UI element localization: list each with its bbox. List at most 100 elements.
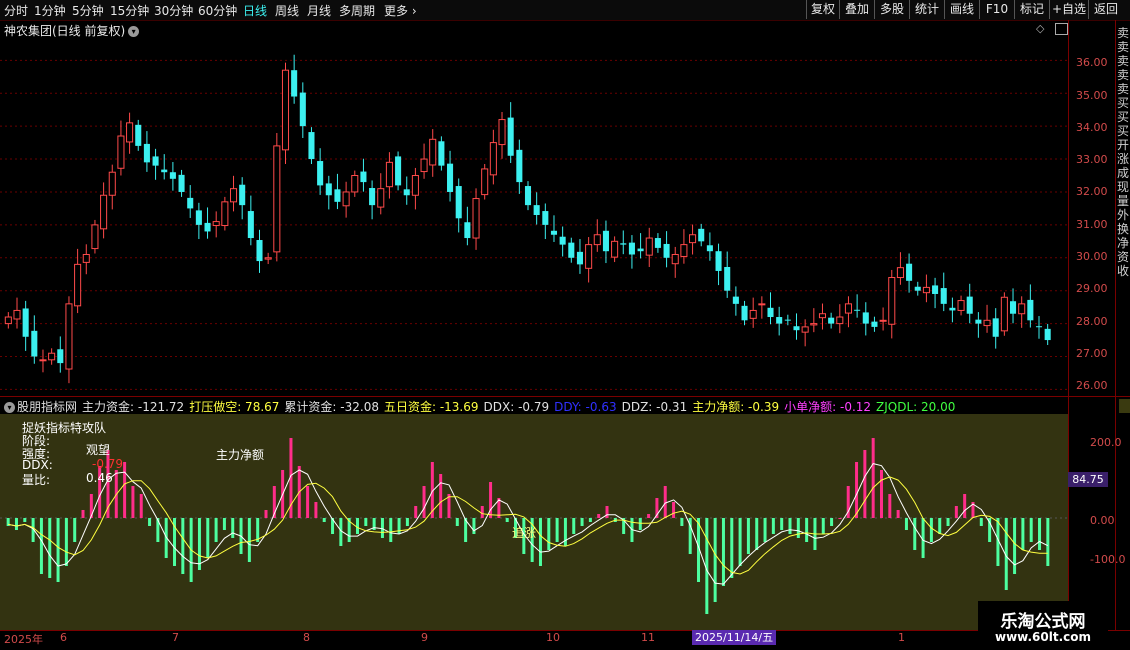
flow-bar <box>1038 518 1042 550</box>
quote-side-char: 卖 <box>1117 26 1130 40</box>
flow-bar <box>946 518 950 526</box>
period-tab-30min[interactable]: 30分钟 <box>154 2 193 19</box>
candle-body-down <box>663 243 670 258</box>
period-tab-multi[interactable]: 多周期 <box>339 2 375 19</box>
chevron-down-icon[interactable]: ▾ <box>4 402 15 413</box>
candle-body-up <box>689 234 697 244</box>
back-button[interactable]: 返回 <box>1088 0 1123 19</box>
indicator-field: DDZ: -0.31 <box>621 400 688 414</box>
flow-bar <box>206 518 210 558</box>
indicator-field: DDX: -0.79 <box>483 400 550 414</box>
period-tab-15min[interactable]: 15分钟 <box>110 2 149 19</box>
f10-button[interactable]: F10 <box>979 0 1014 19</box>
indicator-field: DDY: -0.63 <box>554 400 617 414</box>
mark-button[interactable]: 标记 <box>1014 0 1049 19</box>
statistics-button[interactable]: 统计 <box>909 0 944 19</box>
candlestick-chart[interactable] <box>0 34 1068 396</box>
flow-bar <box>738 518 742 566</box>
multi-stock-button[interactable]: 多股 <box>874 0 909 19</box>
flow-bar <box>863 450 867 518</box>
period-tab-weekly[interactable]: 周线 <box>275 2 299 19</box>
flow-bar <box>771 518 775 534</box>
add-favorite-button[interactable]: +自选 <box>1049 0 1088 19</box>
flow-bar <box>139 494 143 518</box>
watermark-name: 乐淘公式网 <box>1000 612 1086 632</box>
candle-body-down <box>464 222 471 239</box>
candle-body-up <box>1018 303 1026 315</box>
flow-bar <box>888 494 892 518</box>
candle-body-down <box>1044 328 1051 341</box>
watch-label: 观望 <box>86 443 111 457</box>
candle-body-up <box>671 253 679 265</box>
date-tick: 7 <box>172 631 179 644</box>
candle-body-up <box>836 316 844 325</box>
draw-line-button[interactable]: 画线 <box>944 0 979 19</box>
candle-body-down <box>369 188 376 206</box>
flow-bar <box>680 518 684 526</box>
candle-body-down <box>559 236 566 245</box>
candle-body-down <box>914 286 921 291</box>
flow-bar <box>954 506 958 518</box>
overlay-button[interactable]: 叠加 <box>839 0 874 19</box>
candle-body-up <box>498 119 506 146</box>
flow-bar <box>780 518 784 530</box>
flow-bar <box>713 518 717 602</box>
period-tab-monthly[interactable]: 月线 <box>307 2 331 19</box>
flow-bar <box>597 514 601 518</box>
candle-body-down <box>22 308 29 337</box>
candle-body-down <box>628 242 635 255</box>
indicator-title-bar: ▾ 股朋指标网 主力资金: -121.72 打压做空: 78.67 累计资金: -32.… <box>4 398 965 415</box>
flow-bar <box>81 510 85 518</box>
price-tick: 30.00 <box>1076 250 1108 263</box>
candle-body-up <box>221 201 229 227</box>
flow-bar <box>730 518 734 578</box>
candle-body-down <box>602 230 609 252</box>
candle-body-up <box>593 234 601 246</box>
price-tick: 36.00 <box>1076 56 1108 69</box>
candle-body-up <box>896 267 904 279</box>
candle-body-down <box>654 238 661 248</box>
candle-body-down <box>247 211 254 239</box>
flow-bar <box>472 518 476 534</box>
candle-body-down <box>568 242 575 258</box>
flow-bar <box>322 518 326 522</box>
quote-side-char: 卖 <box>1117 68 1130 82</box>
candle-body-up <box>48 352 56 361</box>
flow-bar <box>538 518 542 566</box>
indicator-side-tab <box>1119 399 1130 413</box>
candle-body-down <box>862 312 869 324</box>
flow-bar <box>181 518 185 574</box>
quote-side-char: 买 <box>1117 110 1130 124</box>
period-tab-daily[interactable]: 日线 <box>243 2 267 19</box>
chevron-right-icon: › <box>408 4 417 18</box>
date-tick: 8 <box>303 631 310 644</box>
indicator-name[interactable]: 股朋指标网 <box>17 400 77 414</box>
period-tab-fenshi[interactable]: 分时 <box>4 2 28 19</box>
candle-body-up <box>888 277 896 325</box>
flow-bar <box>306 486 310 518</box>
candle-body-down <box>143 143 150 163</box>
period-tab-5min[interactable]: 5分钟 <box>72 2 104 19</box>
price-tick: 31.00 <box>1076 218 1108 231</box>
flow-bar <box>355 518 359 534</box>
flow-bar <box>264 510 268 518</box>
date-axis-line <box>0 630 1130 631</box>
candle-body-down <box>741 305 748 321</box>
candle-body-up <box>585 244 593 269</box>
period-tab-1min[interactable]: 1分钟 <box>34 2 66 19</box>
quote-side-char: 卖 <box>1117 40 1130 54</box>
candle-body-down <box>524 186 532 206</box>
candle-body-down <box>698 228 705 242</box>
candle-body-up <box>264 257 272 260</box>
indicator-tick: -100.0 <box>1090 553 1126 566</box>
period-tab-more[interactable]: 更多 › <box>384 2 417 19</box>
candle-body-down <box>507 117 514 156</box>
period-tab-60min[interactable]: 60分钟 <box>198 2 237 19</box>
candle-body-down <box>447 163 454 192</box>
flow-bar <box>422 486 426 518</box>
candle-body-down <box>291 70 298 97</box>
indicator-chart[interactable] <box>0 414 1068 630</box>
flow-bar <box>938 518 942 534</box>
candle-body-up <box>879 319 887 322</box>
fuquan-button[interactable]: 复权 <box>806 0 839 19</box>
